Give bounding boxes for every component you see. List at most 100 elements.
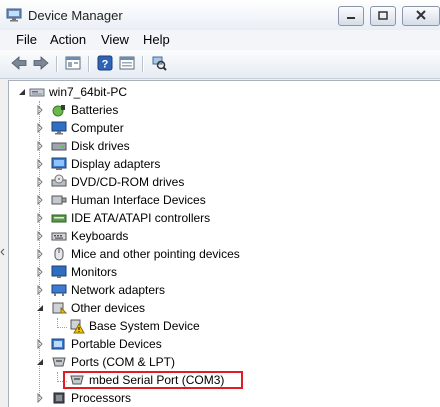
processor-icon — [51, 390, 67, 406]
tree-item-label: Keyboards — [71, 229, 129, 243]
toolbar: ? — [0, 50, 440, 79]
menu-help[interactable]: Help — [143, 32, 170, 47]
window-title: Device Manager — [28, 8, 123, 23]
menu-action[interactable]: Action — [50, 32, 86, 47]
scan-hardware-button[interactable] — [150, 55, 168, 73]
scan-hardware-icon — [151, 55, 167, 74]
expand-arrow-icon[interactable] — [35, 159, 45, 169]
highlight-annotation-box — [63, 371, 243, 389]
expand-arrow-icon[interactable] — [35, 141, 45, 151]
ide-controller-icon — [51, 210, 67, 226]
tree-item-label: Ports (COM & LPT) — [71, 355, 176, 369]
tree-item-label: Human Interface Devices — [71, 193, 206, 207]
menu-view[interactable]: View — [101, 32, 129, 47]
battery-icon — [51, 102, 67, 118]
resize-cursor-icon — [0, 246, 8, 261]
collapse-arrow-icon[interactable] — [35, 357, 45, 367]
tree-item-computer[interactable]: Computer — [9, 119, 433, 137]
tree-child-base-system-device[interactable]: Base System Device — [9, 317, 433, 335]
device-manager-icon — [6, 8, 22, 22]
expand-arrow-icon[interactable] — [35, 177, 45, 187]
computer-icon — [51, 120, 67, 136]
device-tree[interactable]: win7_64bit-PC Batteries Computer Disk dr… — [8, 80, 440, 407]
tree-item-keyboards[interactable]: Keyboards — [9, 227, 433, 245]
port-icon — [51, 354, 67, 370]
expand-arrow-icon[interactable] — [35, 213, 45, 223]
expand-arrow-icon[interactable] — [35, 195, 45, 205]
tree-item-label: Portable Devices — [71, 337, 162, 351]
tree-item-label: Base System Device — [89, 319, 200, 333]
minimize-button[interactable] — [338, 6, 364, 26]
expand-arrow-icon[interactable] — [35, 393, 45, 403]
expand-arrow-icon[interactable] — [35, 249, 45, 259]
show-hide-pane-icon — [119, 56, 135, 73]
back-button[interactable] — [10, 55, 28, 73]
tree-item-monitors[interactable]: Monitors — [9, 263, 433, 281]
tree-item-label: Display adapters — [71, 157, 161, 171]
help-button[interactable]: ? — [96, 55, 114, 73]
title-bar[interactable]: Device Manager — [0, 0, 440, 30]
expand-arrow-icon[interactable] — [35, 105, 45, 115]
properties-pane-icon — [65, 56, 81, 73]
device-manager-window: Device Manager File Action View Help ? w… — [0, 0, 440, 407]
collapse-arrow-icon[interactable] — [35, 303, 45, 313]
expand-arrow-icon[interactable] — [35, 123, 45, 133]
tree-item-label: Batteries — [71, 103, 119, 117]
tree-item-mice[interactable]: Mice and other pointing devices — [9, 245, 433, 263]
display-adapter-icon — [51, 156, 67, 172]
close-button[interactable] — [402, 6, 440, 26]
toolbar-separator — [142, 56, 143, 72]
maximize-button[interactable] — [370, 6, 396, 26]
expand-arrow-icon[interactable] — [35, 267, 45, 277]
tree-item-label: IDE ATA/ATAPI controllers — [71, 211, 211, 225]
other-devices-icon — [51, 300, 68, 316]
tree-root-label: win7_64bit-PC — [49, 85, 128, 99]
tree-item-label: Other devices — [71, 301, 146, 315]
toolbar-separator — [56, 56, 57, 72]
tree-item-display-adapters[interactable]: Display adapters — [9, 155, 433, 173]
close-icon — [416, 9, 426, 23]
tree-root[interactable]: win7_64bit-PC — [9, 83, 433, 101]
warning-device-icon — [69, 318, 85, 334]
tree-item-ports[interactable]: Ports (COM & LPT) — [9, 353, 433, 371]
tree-item-disk-drives[interactable]: Disk drives — [9, 137, 433, 155]
hid-icon — [51, 192, 67, 208]
menu-file[interactable]: File — [16, 32, 37, 47]
monitor-icon — [51, 264, 67, 280]
forward-arrow-icon — [33, 55, 49, 73]
tree-item-ide-controllers[interactable]: IDE ATA/ATAPI controllers — [9, 209, 433, 227]
mouse-icon — [51, 246, 67, 262]
tree-item-portable-devices[interactable]: Portable Devices — [9, 335, 433, 353]
menu-bar: File Action View Help — [0, 30, 440, 50]
tree-item-other-devices[interactable]: Other devices — [9, 299, 433, 317]
tree-item-label: DVD/CD-ROM drives — [71, 175, 185, 189]
computer-root-icon — [29, 84, 45, 100]
tree-item-label: Processors — [71, 391, 132, 405]
toolbar-separator — [88, 56, 89, 72]
forward-button[interactable] — [32, 55, 50, 73]
dvd-drive-icon — [51, 174, 67, 190]
properties-pane-button[interactable] — [64, 55, 82, 73]
tree-item-processors[interactable]: Processors — [9, 389, 433, 407]
tree-item-human-interface-devices[interactable]: Human Interface Devices — [9, 191, 433, 209]
tree-item-label: Network adapters — [71, 283, 166, 297]
expand-arrow-icon[interactable] — [35, 231, 45, 241]
tree-item-network-adapters[interactable]: Network adapters — [9, 281, 433, 299]
tree-item-label: Mice and other pointing devices — [71, 247, 240, 261]
tree-item-batteries[interactable]: Batteries — [9, 101, 433, 119]
expand-arrow-icon[interactable] — [35, 285, 45, 295]
maximize-icon — [378, 9, 388, 23]
network-adapter-icon — [51, 282, 67, 298]
keyboard-icon — [51, 228, 67, 244]
expand-arrow-icon[interactable] — [35, 339, 45, 349]
show-hide-pane-button[interactable] — [118, 55, 136, 73]
tree-item-label: Disk drives — [71, 139, 130, 153]
back-arrow-icon — [11, 55, 27, 73]
tree-item-label: Computer — [71, 121, 124, 135]
tree-item-dvd-drives[interactable]: DVD/CD-ROM drives — [9, 173, 433, 191]
minimize-icon — [346, 9, 356, 23]
disk-drive-icon — [51, 138, 67, 154]
help-icon: ? — [97, 55, 113, 74]
tree-item-label: Monitors — [71, 265, 118, 279]
collapse-arrow-icon[interactable] — [17, 87, 27, 97]
